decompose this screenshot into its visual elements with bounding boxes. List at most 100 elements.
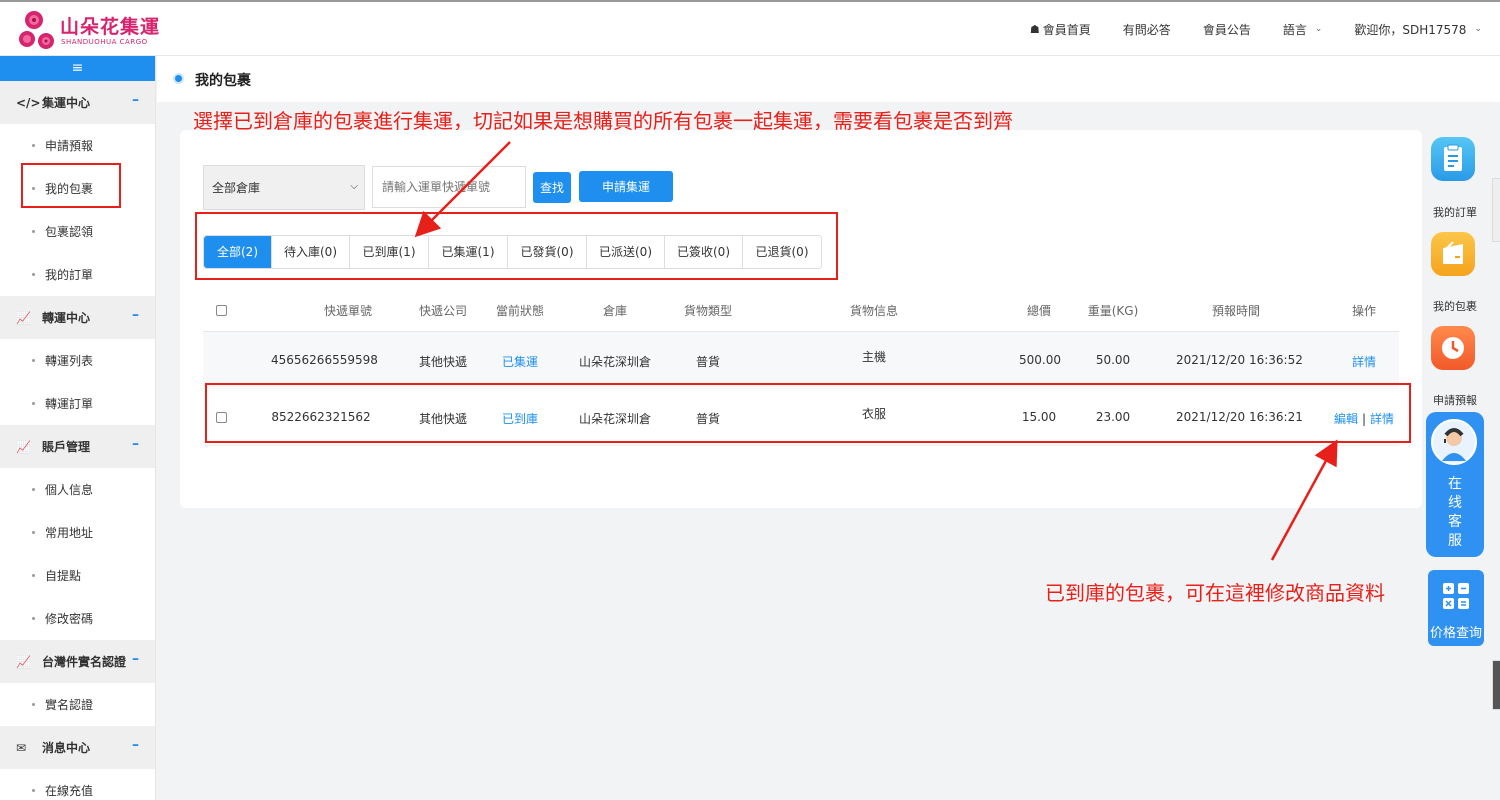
chevron-down-icon: ⌄ (1314, 24, 1323, 34)
nav-notice[interactable]: 會員公告 (1203, 21, 1251, 38)
cell-info: 主機 (861, 350, 886, 364)
clipboard-icon (1444, 144, 1462, 171)
cell-warehouse: 山朵花深圳倉 (578, 355, 651, 369)
nav-member-home[interactable]: ☗ 會員首頁 (1030, 21, 1091, 38)
bullet-icon (32, 789, 35, 792)
line-chart-icon: 📈 (16, 439, 31, 454)
breadcrumb-bar: 我的包裹 (157, 56, 1500, 102)
bullet-icon (32, 617, 35, 620)
cell-price: 500.00 (1019, 353, 1061, 367)
collapse-icon[interactable]: – (132, 436, 139, 452)
col-info: 貨物信息 (849, 304, 898, 318)
detail-link[interactable]: 詳情 (1352, 355, 1376, 369)
parcel-box-icon (1443, 241, 1463, 264)
highlight-arrived-row (205, 383, 1411, 443)
chevron-down-icon: ⌄ (1474, 24, 1482, 34)
col-status: 當前狀態 (495, 304, 544, 318)
highlight-status-tabs (195, 212, 838, 280)
nav-language-dropdown[interactable]: 語言 ⌄ (1283, 21, 1323, 38)
cell-company: 其他快遞 (418, 355, 467, 369)
select-all-checkbox[interactable] (216, 305, 227, 316)
annotation-bottom: 已到庫的包裹，可在這裡修改商品資料 (1045, 581, 1385, 605)
sidebar-item-transit-orders[interactable]: 轉運訂單 (0, 382, 155, 425)
code-icon: </> (16, 95, 41, 110)
col-weight: 重量(KG) (1087, 304, 1139, 318)
cell-weight: 50.00 (1095, 353, 1131, 367)
online-service-button[interactable]: 在 线 客 服 (1426, 412, 1484, 557)
sidebar-item-change-password[interactable]: 修改密碼 (0, 597, 155, 640)
sidebar-group-consolidation[interactable]: </> 集運中心 – (0, 81, 155, 124)
cell-status-link[interactable]: 已集運 (490, 353, 550, 370)
cell-actions: 詳情 (1349, 353, 1379, 370)
bullet-icon (32, 359, 35, 362)
clock-icon (1442, 337, 1464, 359)
highlight-sidebar-my-parcels (21, 163, 121, 208)
top-bar: 山朵花集運 SHANDUOHUA CARGO ☗ 會員首頁 有問必答 會員公告 … (0, 0, 1500, 56)
sidebar-item-realname-verify[interactable]: 實名認證 (0, 683, 155, 726)
rose-logo-icon (19, 11, 54, 49)
cell-tracking: 45656266559598 (271, 353, 378, 367)
my-orders-float-button[interactable] (1431, 137, 1475, 181)
my-parcels-label: 我的包裹 (1433, 300, 1477, 313)
mail-icon: ✉ (16, 740, 27, 755)
my-parcels-float-button[interactable] (1431, 232, 1475, 276)
bullet-icon (32, 488, 35, 491)
bullet-icon (32, 531, 35, 534)
brand-logo[interactable]: 山朵花集運 SHANDUOHUA CARGO (18, 6, 159, 54)
nav-faq[interactable]: 有問必答 (1123, 21, 1171, 38)
col-actions: 操作 (1351, 304, 1376, 318)
line-chart-icon: 📈 (16, 654, 31, 669)
parcel-card: 全部倉庫 ⌵ 查找 申請集運 全部(2) 待入庫(0) 已到庫(1) 已集運(1… (180, 130, 1422, 508)
sidebar-item-my-orders[interactable]: 我的訂單 (0, 253, 155, 296)
sidebar-item-addresses[interactable]: 常用地址 (0, 511, 155, 554)
col-company: 快遞公司 (418, 304, 467, 318)
sidebar-item-pickup-point[interactable]: 自提點 (0, 554, 155, 597)
sidebar-group-messages[interactable]: ✉ 消息中心 – (0, 726, 155, 769)
apply-consolidation-button[interactable]: 申請集運 (579, 171, 673, 202)
col-tracking: 快遞單號 (323, 304, 372, 318)
bullet-icon (32, 273, 35, 276)
bullet-icon (32, 402, 35, 405)
find-button[interactable]: 查找 (533, 172, 571, 203)
collapse-icon[interactable]: – (132, 307, 139, 323)
headset-agent-icon (1442, 428, 1466, 461)
bullet-icon (32, 230, 35, 233)
agent-avatar (1431, 419, 1477, 465)
sidebar-item-transit-list[interactable]: 轉運列表 (0, 339, 155, 382)
calculator-icon (1443, 583, 1469, 609)
price-query-button[interactable]: 价格查询 (1428, 570, 1484, 646)
bullet-icon (32, 574, 35, 577)
edge-side-tab[interactable] (1492, 178, 1500, 242)
sidebar-item-recharge[interactable]: 在線充值 (0, 769, 155, 800)
sidebar-item-parcel-claim[interactable]: 包裹認領 (0, 210, 155, 253)
cell-time: 2021/12/20 16:36:52 (1176, 353, 1303, 367)
page-title: 我的包裹 (195, 73, 251, 89)
bullet-icon (32, 144, 35, 147)
sidebar-item-forecast[interactable]: 申請預報 (0, 124, 155, 167)
collapse-icon[interactable]: – (132, 92, 139, 108)
edge-scroll-handle[interactable] (1492, 660, 1500, 710)
nav-user-dropdown[interactable]: 歡迎你，SDH17578 ⌄ (1354, 21, 1482, 38)
sidebar-item-profile[interactable]: 個人信息 (0, 468, 155, 511)
table-row: 45656266559598 其他快遞 已集運 山朵花深圳倉 普貨 主機 500… (203, 332, 1399, 389)
price-query-label: 价格查询 (1429, 626, 1482, 641)
bullet-icon (32, 703, 35, 706)
sidebar-toggle-button[interactable]: ≡ (0, 56, 155, 81)
forecast-float-button[interactable] (1431, 326, 1475, 370)
col-type: 貨物類型 (683, 304, 732, 318)
col-price: 總價 (1026, 304, 1051, 318)
sidebar-group-realname[interactable]: 📈 台灣件實名認證 – (0, 640, 155, 683)
tracking-search-input[interactable] (372, 166, 526, 208)
my-orders-label: 我的訂單 (1433, 206, 1477, 219)
sidebar-group-transit[interactable]: 📈 轉運中心 – (0, 296, 155, 339)
collapse-icon[interactable]: – (132, 737, 139, 753)
active-dot-icon (173, 73, 184, 84)
collapse-icon[interactable]: – (132, 651, 139, 667)
online-service-label: 在 线 客 服 (1448, 476, 1462, 549)
forecast-label: 申請預報 (1433, 394, 1477, 407)
col-time: 預報時間 (1211, 304, 1260, 318)
sidebar-group-account[interactable]: 📈 賬戶管理 – (0, 425, 155, 468)
top-nav: ☗ 會員首頁 有問必答 會員公告 語言 ⌄ 歡迎你，SDH17578 ⌄ (998, 2, 1482, 56)
warehouse-select[interactable]: 全部倉庫 ⌵ (203, 165, 365, 210)
home-icon: ☗ (1029, 22, 1040, 36)
